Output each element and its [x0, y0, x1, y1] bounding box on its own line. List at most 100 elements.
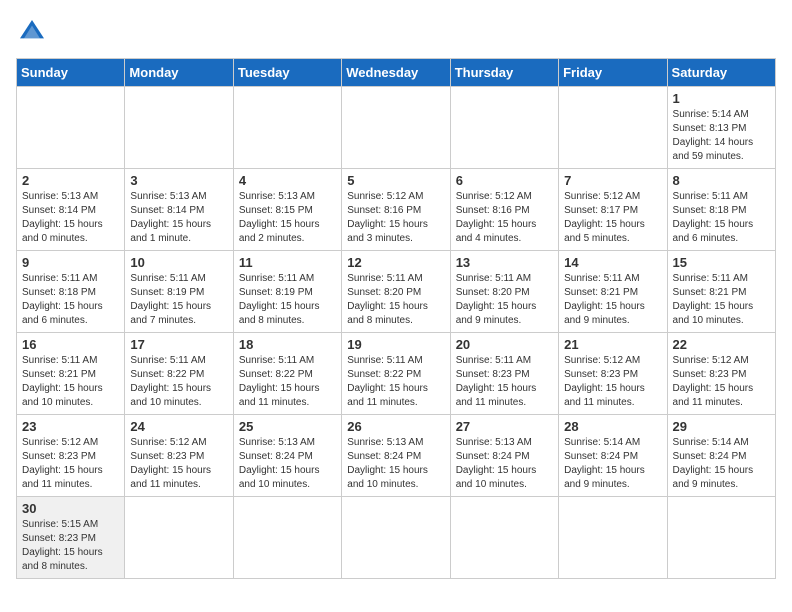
calendar-cell: 4Sunrise: 5:13 AM Sunset: 8:15 PM Daylig… — [233, 169, 341, 251]
week-row-5: 23 Sunrise: 5:12 AM Sunset: 8:23 PM Dayli… — [17, 415, 776, 497]
day-number: 5 — [347, 173, 444, 188]
day-info: Sunrise: 5:12 AM Sunset: 8:23 PM Dayligh… — [673, 354, 770, 410]
week-row-2: 2Sunrise: 5:13 AM Sunset: 8:14 PM Daylig… — [17, 169, 776, 251]
calendar-cell: 3Sunrise: 5:13 AM Sunset: 8:14 PM Daylig… — [125, 169, 233, 251]
calendar-table: SundayMondayTuesdayWednesdayThursdayFrid… — [16, 58, 776, 579]
day-number: 10 — [130, 255, 227, 270]
day-number: 22 — [673, 337, 770, 352]
day-number: 16 — [22, 337, 119, 352]
calendar-cell: 24 Sunrise: 5:12 AM Sunset: 8:23 PM Dayli… — [125, 415, 233, 497]
day-info: Sunrise: 5:14 AM Sunset: 8:13 PM Dayligh… — [673, 108, 770, 164]
calendar-cell: 18 Sunrise: 5:11 AM Sunset: 8:22 PM Dayli… — [233, 333, 341, 415]
week-row-6: 30 Sunrise: 5:15 AM Sunset: 8:23 PM Dayli… — [17, 497, 776, 579]
header — [16, 16, 776, 48]
calendar-cell: 16 Sunrise: 5:11 AM Sunset: 8:21 PM Dayli… — [17, 333, 125, 415]
day-number: 18 — [239, 337, 336, 352]
day-number: 25 — [239, 419, 336, 434]
logo — [16, 16, 52, 48]
day-info: Sunrise: 5:11 AM Sunset: 8:22 PM Dayligh… — [347, 354, 444, 410]
calendar-cell: 30 Sunrise: 5:15 AM Sunset: 8:23 PM Dayli… — [17, 497, 125, 579]
day-info: Sunrise: 5:11 AM Sunset: 8:21 PM Dayligh… — [564, 272, 661, 328]
day-number: 3 — [130, 173, 227, 188]
day-number: 9 — [22, 255, 119, 270]
day-info: Sunrise: 5:12 AM Sunset: 8:23 PM Dayligh… — [22, 436, 119, 492]
calendar-cell: 13 Sunrise: 5:11 AM Sunset: 8:20 PM Dayli… — [450, 251, 558, 333]
day-number: 13 — [456, 255, 553, 270]
page-wrapper: SundayMondayTuesdayWednesdayThursdayFrid… — [16, 16, 776, 579]
calendar-cell — [17, 87, 125, 169]
calendar-cell: 17 Sunrise: 5:11 AM Sunset: 8:22 PM Dayli… — [125, 333, 233, 415]
calendar-cell: 2Sunrise: 5:13 AM Sunset: 8:14 PM Daylig… — [17, 169, 125, 251]
calendar-cell — [342, 87, 450, 169]
calendar-cell — [450, 497, 558, 579]
calendar-cell: 11 Sunrise: 5:11 AM Sunset: 8:19 PM Dayli… — [233, 251, 341, 333]
weekday-thursday: Thursday — [450, 59, 558, 87]
day-info: Sunrise: 5:11 AM Sunset: 8:22 PM Dayligh… — [130, 354, 227, 410]
calendar-cell: 15 Sunrise: 5:11 AM Sunset: 8:21 PM Dayli… — [667, 251, 775, 333]
day-number: 6 — [456, 173, 553, 188]
day-info: Sunrise: 5:12 AM Sunset: 8:16 PM Dayligh… — [456, 190, 553, 246]
day-number: 24 — [130, 419, 227, 434]
day-number: 8 — [673, 173, 770, 188]
day-number: 12 — [347, 255, 444, 270]
calendar-cell — [450, 87, 558, 169]
calendar-cell — [667, 497, 775, 579]
day-info: Sunrise: 5:12 AM Sunset: 8:23 PM Dayligh… — [564, 354, 661, 410]
calendar-cell: 20Sunrise: 5:11 AM Sunset: 8:23 PM Dayli… — [450, 333, 558, 415]
day-number: 15 — [673, 255, 770, 270]
day-info: Sunrise: 5:11 AM Sunset: 8:22 PM Dayligh… — [239, 354, 336, 410]
calendar-cell: 6 Sunrise: 5:12 AM Sunset: 8:16 PM Daylig… — [450, 169, 558, 251]
day-info: Sunrise: 5:12 AM Sunset: 8:17 PM Dayligh… — [564, 190, 661, 246]
day-info: Sunrise: 5:14 AM Sunset: 8:24 PM Dayligh… — [673, 436, 770, 492]
calendar-cell: 26Sunrise: 5:13 AM Sunset: 8:24 PM Dayli… — [342, 415, 450, 497]
calendar-cell — [125, 87, 233, 169]
day-info: Sunrise: 5:15 AM Sunset: 8:23 PM Dayligh… — [22, 518, 119, 574]
calendar-cell: 25 Sunrise: 5:13 AM Sunset: 8:24 PM Dayli… — [233, 415, 341, 497]
day-info: Sunrise: 5:11 AM Sunset: 8:19 PM Dayligh… — [239, 272, 336, 328]
weekday-tuesday: Tuesday — [233, 59, 341, 87]
day-info: Sunrise: 5:11 AM Sunset: 8:18 PM Dayligh… — [22, 272, 119, 328]
weekday-header-row: SundayMondayTuesdayWednesdayThursdayFrid… — [17, 59, 776, 87]
day-info: Sunrise: 5:13 AM Sunset: 8:24 PM Dayligh… — [347, 436, 444, 492]
day-info: Sunrise: 5:11 AM Sunset: 8:23 PM Dayligh… — [456, 354, 553, 410]
day-number: 4 — [239, 173, 336, 188]
day-number: 30 — [22, 501, 119, 516]
calendar-cell — [342, 497, 450, 579]
calendar-cell — [125, 497, 233, 579]
week-row-3: 9 Sunrise: 5:11 AM Sunset: 8:18 PM Daylig… — [17, 251, 776, 333]
calendar-cell: 14Sunrise: 5:11 AM Sunset: 8:21 PM Dayli… — [559, 251, 667, 333]
day-info: Sunrise: 5:11 AM Sunset: 8:20 PM Dayligh… — [456, 272, 553, 328]
weekday-saturday: Saturday — [667, 59, 775, 87]
calendar-cell: 9 Sunrise: 5:11 AM Sunset: 8:18 PM Daylig… — [17, 251, 125, 333]
day-number: 2 — [22, 173, 119, 188]
week-row-1: 1Sunrise: 5:14 AM Sunset: 8:13 PM Daylig… — [17, 87, 776, 169]
calendar-cell: 21 Sunrise: 5:12 AM Sunset: 8:23 PM Dayli… — [559, 333, 667, 415]
day-number: 27 — [456, 419, 553, 434]
day-info: Sunrise: 5:11 AM Sunset: 8:21 PM Dayligh… — [22, 354, 119, 410]
day-number: 11 — [239, 255, 336, 270]
day-info: Sunrise: 5:12 AM Sunset: 8:16 PM Dayligh… — [347, 190, 444, 246]
calendar-cell — [559, 497, 667, 579]
day-info: Sunrise: 5:11 AM Sunset: 8:18 PM Dayligh… — [673, 190, 770, 246]
calendar-cell — [233, 87, 341, 169]
day-info: Sunrise: 5:11 AM Sunset: 8:21 PM Dayligh… — [673, 272, 770, 328]
calendar-cell: 10Sunrise: 5:11 AM Sunset: 8:19 PM Dayli… — [125, 251, 233, 333]
day-number: 23 — [22, 419, 119, 434]
calendar-cell: 27 Sunrise: 5:13 AM Sunset: 8:24 PM Dayli… — [450, 415, 558, 497]
day-number: 21 — [564, 337, 661, 352]
weekday-sunday: Sunday — [17, 59, 125, 87]
calendar-cell — [233, 497, 341, 579]
day-info: Sunrise: 5:13 AM Sunset: 8:24 PM Dayligh… — [239, 436, 336, 492]
day-number: 7 — [564, 173, 661, 188]
calendar-cell: 5 Sunrise: 5:12 AM Sunset: 8:16 PM Daylig… — [342, 169, 450, 251]
day-info: Sunrise: 5:12 AM Sunset: 8:23 PM Dayligh… — [130, 436, 227, 492]
day-info: Sunrise: 5:14 AM Sunset: 8:24 PM Dayligh… — [564, 436, 661, 492]
day-info: Sunrise: 5:13 AM Sunset: 8:24 PM Dayligh… — [456, 436, 553, 492]
week-row-4: 16 Sunrise: 5:11 AM Sunset: 8:21 PM Dayli… — [17, 333, 776, 415]
calendar-cell: 29Sunrise: 5:14 AM Sunset: 8:24 PM Dayli… — [667, 415, 775, 497]
day-number: 17 — [130, 337, 227, 352]
calendar-cell: 1Sunrise: 5:14 AM Sunset: 8:13 PM Daylig… — [667, 87, 775, 169]
day-number: 28 — [564, 419, 661, 434]
calendar-cell: 19Sunrise: 5:11 AM Sunset: 8:22 PM Dayli… — [342, 333, 450, 415]
weekday-friday: Friday — [559, 59, 667, 87]
